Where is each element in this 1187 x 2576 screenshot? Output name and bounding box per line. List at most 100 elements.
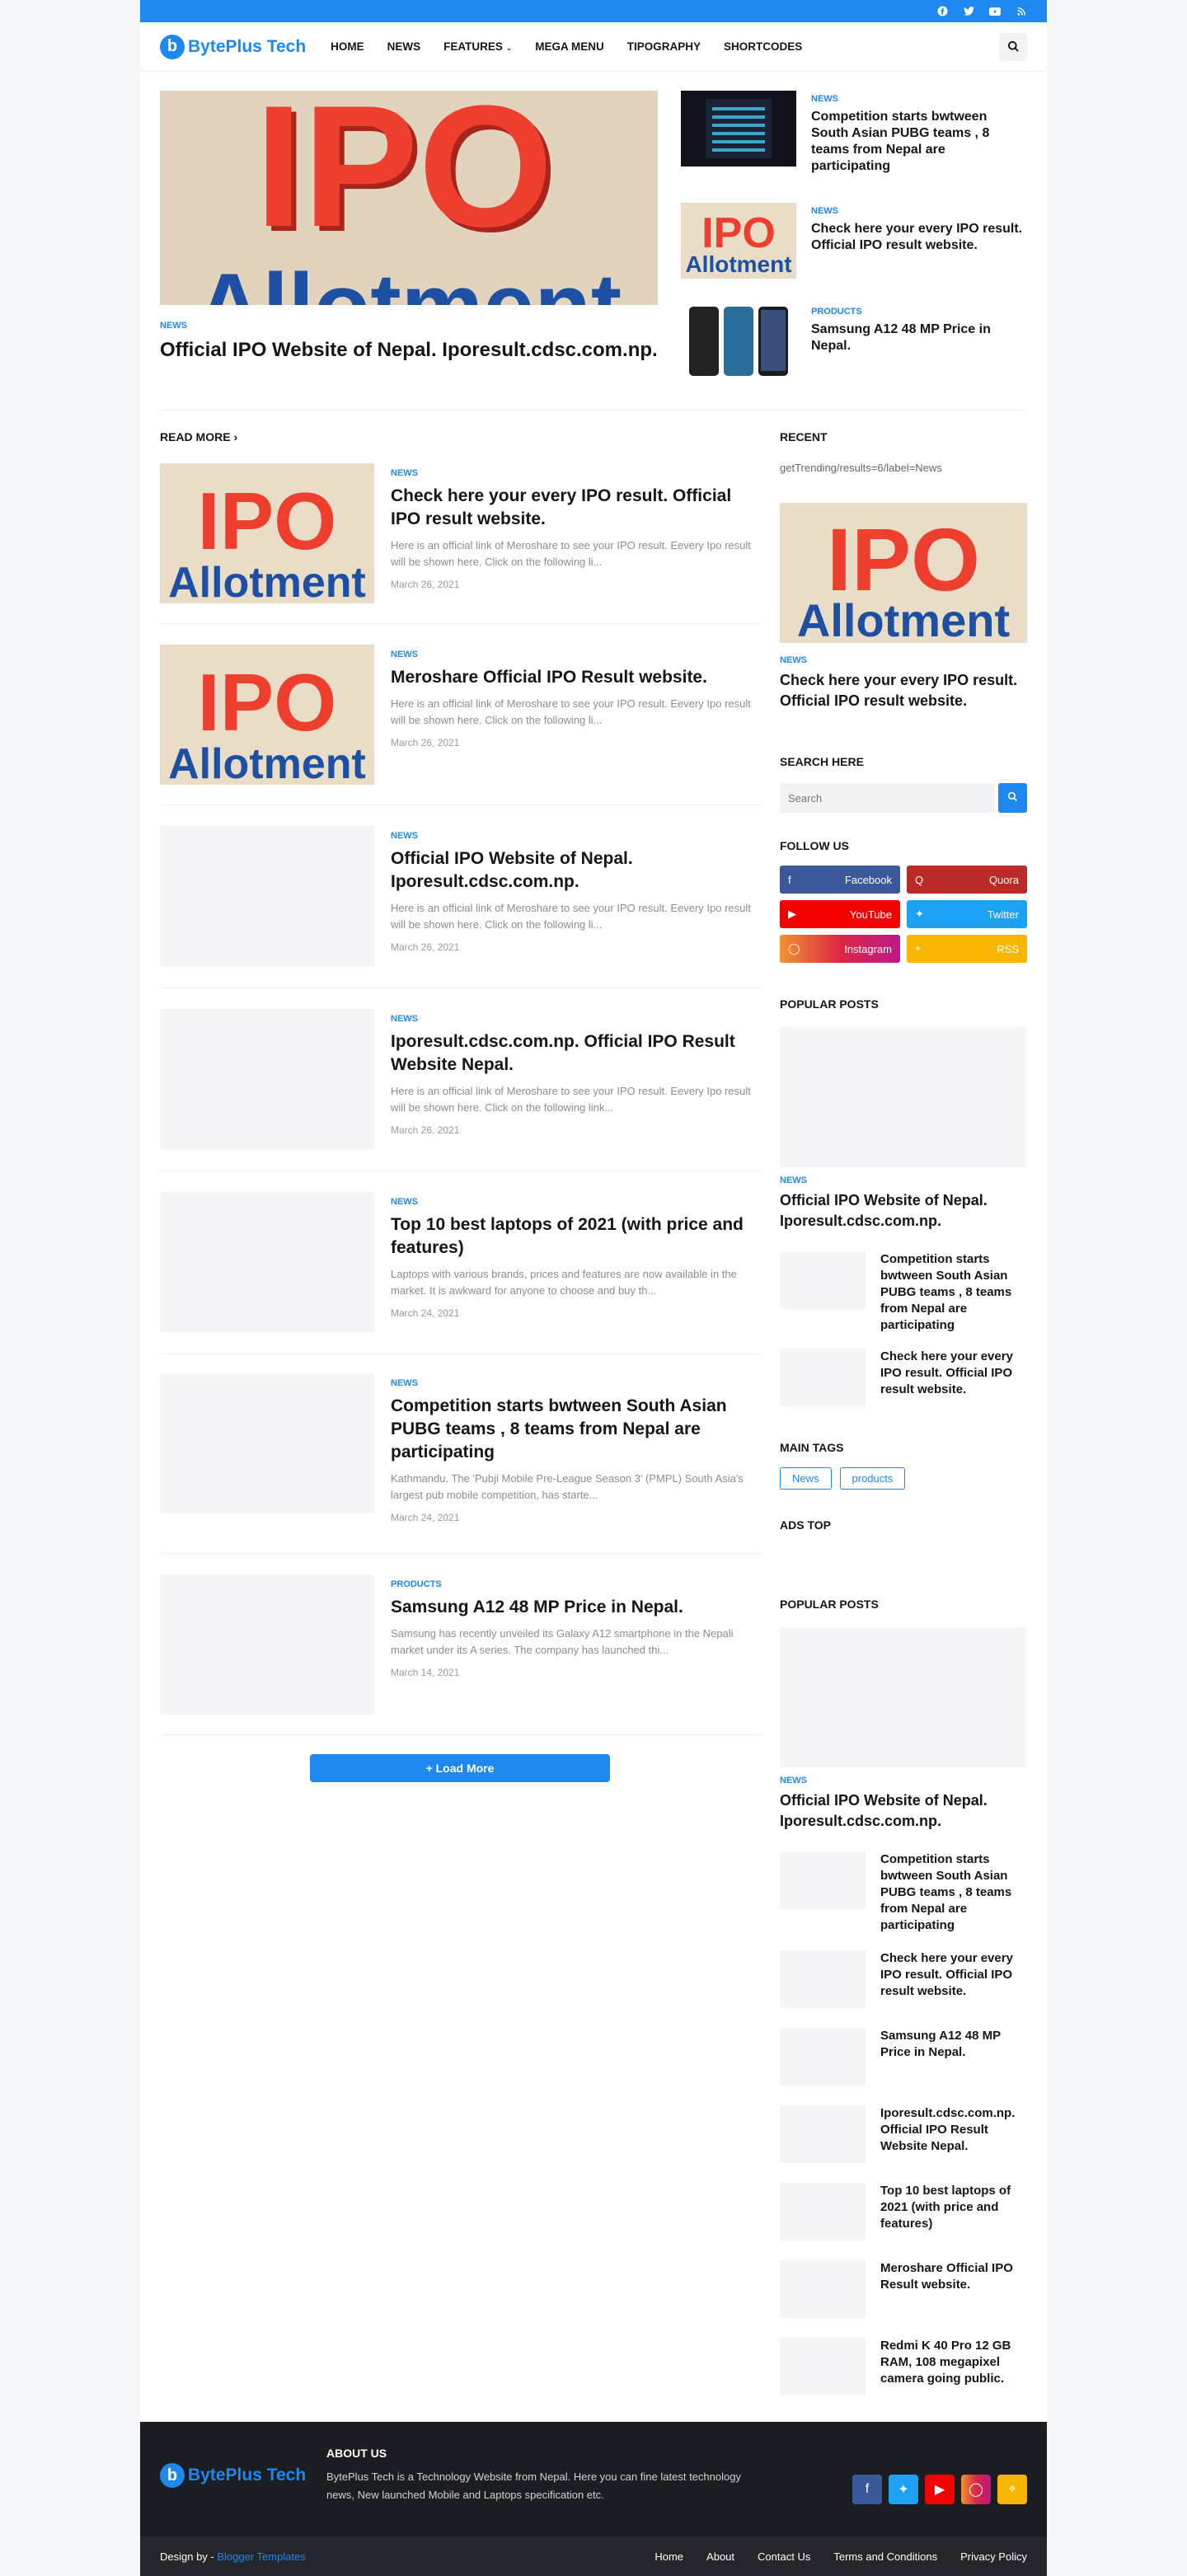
post-thumbnail[interactable] — [160, 826, 374, 966]
recent-post[interactable]: IPO Allotment NEWS Check here your every… — [780, 503, 1027, 711]
popular-post-item-title[interactable]: Iporesult.cdsc.com.np. Official IPO Resu… — [880, 2105, 1027, 2163]
footer-link-about[interactable]: About — [706, 2550, 734, 2563]
popular-post-item-title[interactable]: Redmi K 40 Pro 12 GB RAM, 108 megapixel … — [880, 2338, 1027, 2395]
post-item[interactable]: PRODUCTS Samsung A12 48 MP Price in Nepa… — [160, 1574, 762, 1715]
popular-post-item-title[interactable]: Meroshare Official IPO Result website. — [880, 2260, 1027, 2318]
samsung-thumbnail[interactable] — [681, 303, 796, 379]
popular-post-item-title[interactable]: Competition starts bwtween South Asian P… — [880, 1851, 1027, 1934]
header-search-button[interactable] — [999, 32, 1027, 61]
popular-post-item[interactable]: Iporesult.cdsc.com.np. Official IPO Resu… — [780, 2105, 1027, 2163]
popular-post-image[interactable] — [780, 1627, 1027, 1767]
featured-side-item[interactable]: IPO Allotment NEWS Check here your every… — [681, 203, 1027, 279]
popular-post-image[interactable] — [780, 1027, 1027, 1167]
popular-post-item-title[interactable]: Check here your every IPO result. Offici… — [880, 1349, 1027, 1406]
footer-link-privacy[interactable]: Privacy Policy — [960, 2550, 1027, 2563]
popular-post-item[interactable]: Check here your every IPO result. Offici… — [780, 1349, 1027, 1406]
post-thumbnail[interactable] — [160, 1373, 374, 1513]
youtube-icon[interactable] — [989, 6, 1001, 17]
post-title[interactable]: Competition starts bwtween South Asian P… — [391, 1395, 762, 1464]
popular-post-thumbnail[interactable] — [780, 2183, 866, 2241]
nav-shortcodes[interactable]: SHORTCODES — [724, 40, 802, 53]
post-thumbnail[interactable] — [160, 1009, 374, 1149]
popular-post-item[interactable]: Competition starts bwtween South Asian P… — [780, 1851, 1027, 1934]
load-more-button[interactable]: + Load More — [310, 1754, 610, 1782]
hero-image[interactable]: IPO IPO Allotment — [160, 69, 658, 358]
twitter-icon[interactable]: ✦ — [889, 2475, 918, 2504]
post-item[interactable]: NEWS Competition starts bwtween South As… — [160, 1373, 762, 1523]
tag-products[interactable]: products — [839, 1467, 906, 1490]
featured-category[interactable]: PRODUCTS — [811, 307, 1027, 317]
search-submit-button[interactable] — [997, 783, 1027, 813]
follow-facebook[interactable]: f Facebook — [780, 866, 900, 894]
hero-title[interactable]: Official IPO Website of Nepal. Iporesult… — [160, 337, 658, 364]
footer-link-contact[interactable]: Contact Us — [758, 2550, 810, 2563]
hero-category[interactable]: NEWS — [160, 321, 658, 331]
rss-icon[interactable] — [1016, 6, 1027, 17]
post-category[interactable]: NEWS — [391, 650, 762, 659]
nav-news[interactable]: NEWS — [387, 40, 421, 53]
nav-home[interactable]: HOME — [331, 40, 364, 53]
post-thumbnail[interactable] — [160, 1192, 374, 1332]
popular-post-thumbnail[interactable] — [780, 2260, 866, 2318]
popular-post-item-title[interactable]: Check here your every IPO result. Offici… — [880, 1950, 1027, 2008]
follow-twitter[interactable]: ✦ Twitter — [907, 900, 1027, 928]
post-item[interactable]: NEWS Iporesult.cdsc.com.np. Official IPO… — [160, 1009, 762, 1149]
post-title[interactable]: Meroshare Official IPO Result website. — [391, 666, 762, 689]
recent-post-title[interactable]: Check here your every IPO result. Offici… — [780, 670, 1027, 711]
popular-post-thumbnail[interactable] — [780, 2338, 866, 2395]
read-more-title[interactable]: READ MORE › — [160, 430, 237, 443]
post-item[interactable]: IPO Allotment NEWS Check here your every… — [160, 463, 762, 603]
popular-post-item[interactable]: Samsung A12 48 MP Price in Nepal. — [780, 2028, 1027, 2086]
popular-post-thumbnail[interactable] — [780, 1851, 866, 1909]
popular-post-item[interactable]: Check here your every IPO result. Offici… — [780, 1950, 1027, 2008]
popular-post-thumbnail[interactable] — [780, 1349, 866, 1406]
post-category[interactable]: NEWS — [391, 468, 762, 478]
recent-post-category[interactable]: NEWS — [780, 655, 1027, 665]
hero-post[interactable]: IPO IPO Allotment NEWS Official IPO Webs… — [160, 69, 658, 364]
post-category[interactable]: NEWS — [391, 1197, 762, 1207]
popular-post-item-title[interactable]: Competition starts bwtween South Asian P… — [880, 1251, 1027, 1334]
popular-post-item-title[interactable]: Top 10 best laptops of 2021 (with price … — [880, 2183, 1027, 2241]
credit-link[interactable]: Blogger Templates — [217, 2550, 305, 2563]
post-category[interactable]: PRODUCTS — [391, 1579, 762, 1589]
post-thumbnail[interactable]: IPO Allotment — [160, 645, 374, 785]
post-category[interactable]: NEWS — [391, 831, 762, 841]
featured-category[interactable]: NEWS — [811, 94, 1027, 104]
youtube-icon[interactable]: ▶ — [925, 2475, 955, 2504]
popular-post-thumbnail[interactable] — [780, 1251, 866, 1309]
popular-post-thumbnail[interactable] — [780, 1950, 866, 2008]
post-title[interactable]: Check here your every IPO result. Offici… — [391, 485, 762, 531]
post-title[interactable]: Iporesult.cdsc.com.np. Official IPO Resu… — [391, 1030, 762, 1077]
post-thumbnail[interactable]: IPO Allotment — [160, 463, 374, 603]
popular-post-item[interactable]: Meroshare Official IPO Result website. — [780, 2260, 1027, 2318]
featured-title[interactable]: Competition starts bwtween South Asian P… — [811, 109, 1027, 175]
featured-side-item[interactable]: NEWS Competition starts bwtween South As… — [681, 91, 1027, 175]
popular-post-item[interactable]: Competition starts bwtween South Asian P… — [780, 1251, 1027, 1334]
follow-instagram[interactable]: ◯ Instagram — [780, 935, 900, 963]
post-title[interactable]: Samsung A12 48 MP Price in Nepal. — [391, 1596, 762, 1619]
ipo-thumbnail[interactable]: IPO Allotment — [681, 203, 796, 279]
nav-features[interactable]: FEATURES ⌄ — [443, 40, 512, 53]
post-item[interactable]: NEWS Top 10 best laptops of 2021 (with p… — [160, 1192, 762, 1332]
popular-post-thumbnail[interactable] — [780, 2105, 866, 2163]
post-title[interactable]: Official IPO Website of Nepal. Iporesult… — [391, 847, 762, 894]
popular-post-category[interactable]: NEWS — [780, 1175, 1027, 1185]
post-category[interactable]: NEWS — [391, 1014, 762, 1024]
nav-tipography[interactable]: TIPOGRAPHY — [627, 40, 701, 53]
post-item[interactable]: IPO Allotment NEWS Meroshare Official IP… — [160, 645, 762, 785]
nav-mega-menu[interactable]: MEGA MENU — [535, 40, 604, 53]
featured-title[interactable]: Check here your every IPO result. Offici… — [811, 221, 1027, 254]
post-category[interactable]: NEWS — [391, 1378, 762, 1388]
follow-youtube[interactable]: ▶ YouTube — [780, 900, 900, 928]
rss-icon[interactable]: ⌖ — [997, 2475, 1027, 2504]
footer-logo[interactable]: b BytePlus Tech — [160, 2463, 306, 2488]
site-logo[interactable]: b BytePlus Tech — [160, 34, 306, 59]
twitter-icon[interactable] — [963, 6, 974, 17]
follow-rss[interactable]: ⌖ RSS — [907, 935, 1027, 963]
tag-news[interactable]: News — [780, 1467, 832, 1490]
popular-post-item[interactable]: Redmi K 40 Pro 12 GB RAM, 108 megapixel … — [780, 2338, 1027, 2395]
footer-link-home[interactable]: Home — [654, 2550, 683, 2563]
featured-category[interactable]: NEWS — [811, 206, 1027, 216]
post-thumbnail[interactable] — [160, 1574, 374, 1715]
post-item[interactable]: NEWS Official IPO Website of Nepal. Ipor… — [160, 826, 762, 966]
